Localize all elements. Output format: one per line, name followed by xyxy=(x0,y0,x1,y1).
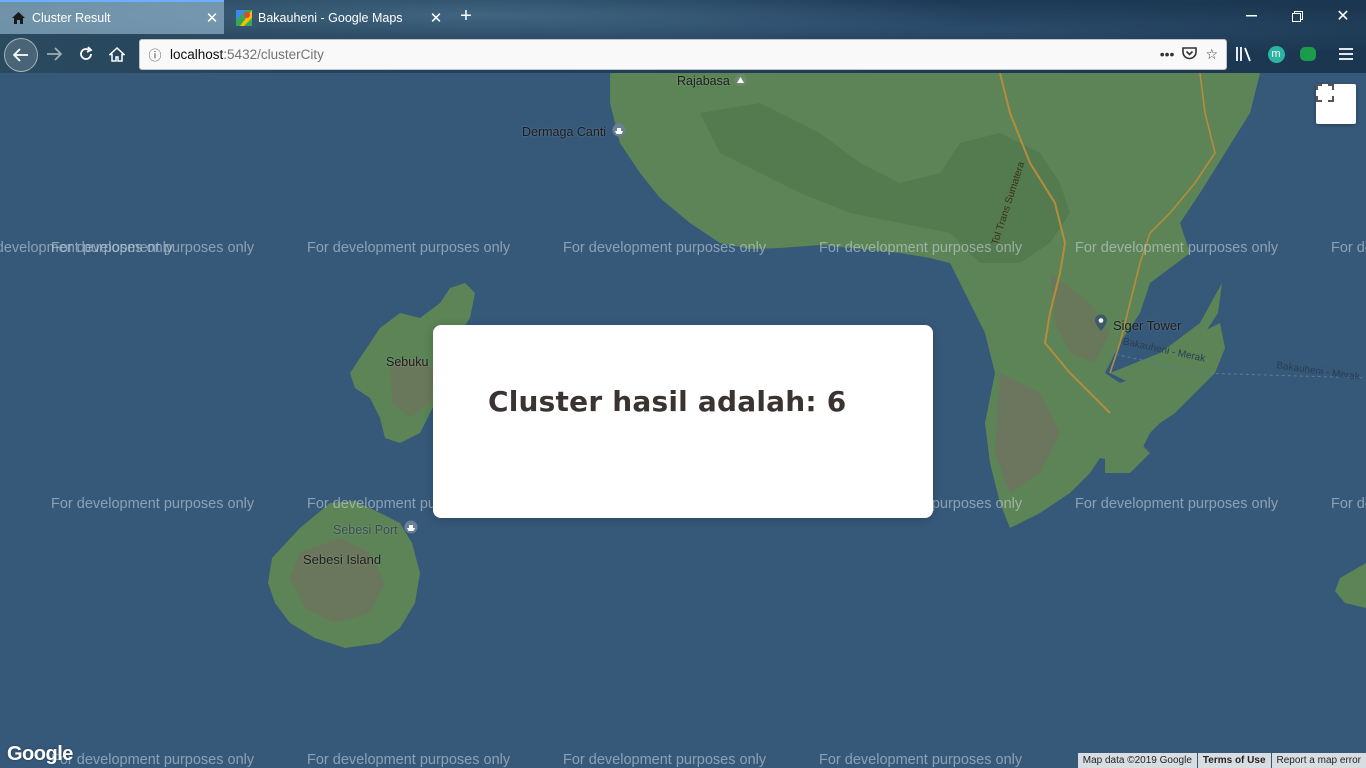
minimize-button[interactable] xyxy=(1228,0,1274,32)
tab-bar: Cluster Result ✕ Bakauheni - Google Maps… xyxy=(0,0,1366,34)
home-button[interactable] xyxy=(103,40,131,68)
terms-link[interactable]: Terms of Use xyxy=(1197,753,1271,768)
fullscreen-button[interactable] xyxy=(1316,84,1356,124)
close-icon[interactable]: ✕ xyxy=(424,9,448,27)
place-label-rajabasa[interactable]: Rajabasa xyxy=(677,74,730,88)
dev-watermark: For development purposes only xyxy=(51,752,255,768)
dev-watermark: For development purposes only xyxy=(307,240,511,256)
reload-button[interactable] xyxy=(72,40,100,68)
library-icon[interactable] xyxy=(1233,43,1255,65)
map-data-text: Map data ©2019 Google xyxy=(1077,753,1197,768)
restore-button[interactable] xyxy=(1274,0,1320,32)
place-label-sebuku[interactable]: Sebuku xyxy=(386,355,428,369)
back-button[interactable] xyxy=(4,38,38,72)
browser-chrome: Cluster Result ✕ Bakauheni - Google Maps… xyxy=(0,0,1366,73)
dev-watermark: For development purposes only xyxy=(563,240,767,256)
url-text[interactable]: localhost:5432/clusterCity xyxy=(170,47,1160,62)
place-label-sebesi-island[interactable]: Sebesi Island xyxy=(303,552,381,567)
info-icon[interactable]: ⓘ xyxy=(140,45,170,64)
place-label-siger-tower[interactable]: Siger Tower xyxy=(1113,318,1181,333)
extension-m-icon[interactable]: m xyxy=(1265,43,1287,65)
home-icon xyxy=(10,10,26,26)
cluster-result-modal: Cluster hasil adalah: 6 xyxy=(433,325,933,518)
dev-watermark: For development purposes only xyxy=(1075,240,1279,256)
bookmark-star-icon[interactable]: ☆ xyxy=(1205,46,1218,63)
close-window-button[interactable]: ✕ xyxy=(1320,0,1366,32)
report-error-link[interactable]: Report a map error xyxy=(1271,753,1366,768)
dev-watermark: For development purposes only xyxy=(1331,240,1366,256)
dev-watermark: For development purposes only xyxy=(1331,496,1366,512)
tab-title: Cluster Result xyxy=(32,11,111,25)
dev-watermark: For development purposes only xyxy=(563,752,767,768)
nav-bar: ⓘ localhost:5432/clusterCity ••• ☆ m xyxy=(0,35,1366,73)
dev-watermark: For development purposes only xyxy=(1075,496,1279,512)
cluster-result-text: Cluster hasil adalah: 6 xyxy=(488,385,847,418)
extension-green-icon[interactable] xyxy=(1297,43,1319,65)
tab-cluster-result[interactable]: Cluster Result ✕ xyxy=(0,0,224,34)
close-icon[interactable]: ✕ xyxy=(200,9,224,27)
map-attribution: Map data ©2019 Google Terms of Use Repor… xyxy=(1077,753,1366,768)
menu-icon[interactable] xyxy=(1335,43,1357,65)
new-tab-button[interactable]: + xyxy=(455,5,477,27)
dev-watermark: For development purposes only xyxy=(307,752,511,768)
dev-watermark: For development purposes only xyxy=(51,496,255,512)
page-actions-icon[interactable]: ••• xyxy=(1160,46,1175,63)
google-logo[interactable]: Google xyxy=(7,743,73,766)
tab-google-maps[interactable]: Bakauheni - Google Maps ✕ xyxy=(226,2,448,34)
dev-watermark: For development purposes only xyxy=(51,240,255,256)
pocket-icon[interactable] xyxy=(1182,46,1198,63)
forward-button[interactable] xyxy=(40,40,68,68)
tab-title: Bakauheni - Google Maps xyxy=(258,11,403,25)
google-maps-icon xyxy=(236,10,252,26)
dev-watermark: For development purposes only xyxy=(819,752,1023,768)
place-label-sebesi-port[interactable]: Sebesi Port xyxy=(333,523,398,537)
place-label-dermaga-canti[interactable]: Dermaga Canti xyxy=(522,125,606,139)
fullscreen-icon xyxy=(1316,84,1334,102)
address-bar[interactable]: ⓘ localhost:5432/clusterCity ••• ☆ xyxy=(139,39,1227,70)
